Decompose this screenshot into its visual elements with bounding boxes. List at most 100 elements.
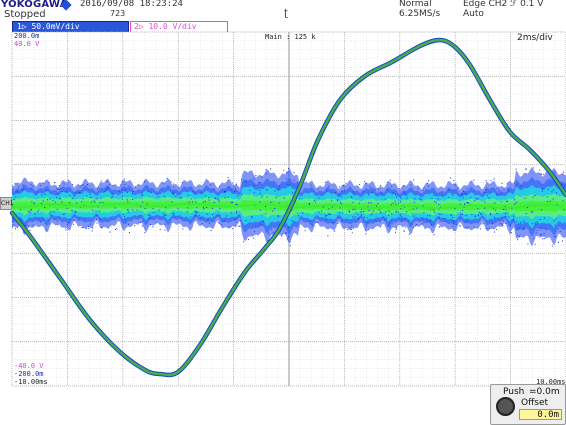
- noise-speckle: [266, 189, 268, 191]
- noise-speckle: [288, 168, 290, 170]
- noise-speckle: [62, 213, 64, 215]
- noise-speckle: [99, 218, 101, 219]
- noise-speckle: [283, 197, 285, 199]
- noise-speckle: [315, 221, 317, 223]
- noise-speckle: [46, 199, 48, 201]
- noise-speckle: [411, 213, 413, 215]
- noise-speckle: [14, 183, 16, 185]
- noise-speckle: [266, 196, 268, 198]
- noise-speckle: [176, 194, 178, 196]
- noise-speckle: [536, 221, 538, 223]
- noise-speckle: [452, 223, 454, 225]
- noise-speckle: [100, 180, 102, 182]
- noise-speckle: [208, 199, 210, 201]
- noise-speckle: [190, 198, 192, 200]
- noise-speckle: [464, 203, 466, 205]
- noise-speckle: [144, 181, 145, 183]
- noise-speckle: [38, 209, 40, 211]
- noise-speckle: [124, 189, 126, 191]
- noise-speckle: [96, 198, 98, 200]
- noise-speckle: [484, 191, 486, 193]
- noise-speckle: [107, 227, 109, 229]
- ch1-top-value: 200.0m: [14, 32, 40, 40]
- noise-speckle: [453, 220, 455, 222]
- noise-speckle: [365, 233, 367, 235]
- noise-speckle: [134, 225, 136, 226]
- noise-speckle: [106, 186, 108, 188]
- noise-speckle: [232, 188, 234, 190]
- noise-speckle: [177, 207, 179, 209]
- noise-speckle: [73, 195, 75, 197]
- noise-speckle: [539, 169, 541, 171]
- noise-speckle: [527, 243, 529, 245]
- noise-speckle: [132, 199, 134, 200]
- noise-speckle: [148, 217, 150, 219]
- noise-speckle: [219, 186, 221, 187]
- noise-speckle: [275, 197, 277, 199]
- offset-knob-panel[interactable]: Push =0.0m Offset 0.0m: [490, 384, 566, 425]
- noise-speckle: [371, 192, 373, 194]
- noise-speckle: [448, 197, 450, 199]
- noise-speckle: [90, 197, 92, 198]
- noise-speckle: [225, 191, 227, 193]
- noise-speckle: [345, 183, 347, 185]
- noise-speckle: [402, 185, 404, 187]
- noise-speckle: [450, 214, 452, 216]
- noise-speckle: [374, 189, 376, 191]
- noise-speckle: [360, 211, 362, 213]
- noise-speckle: [173, 194, 175, 195]
- noise-speckle: [421, 223, 423, 225]
- noise-speckle: [125, 222, 127, 224]
- noise-speckle: [486, 227, 488, 229]
- noise-speckle: [525, 212, 527, 214]
- noise-speckle: [429, 215, 431, 217]
- noise-speckle: [423, 212, 425, 214]
- noise-speckle: [41, 194, 43, 196]
- noise-speckle: [495, 209, 497, 211]
- noise-speckle: [179, 196, 181, 198]
- noise-speckle: [136, 209, 138, 211]
- noise-speckle: [378, 188, 380, 190]
- noise-speckle: [96, 215, 98, 217]
- noise-speckle: [370, 202, 372, 204]
- noise-speckle: [511, 232, 513, 234]
- noise-speckle: [327, 235, 329, 237]
- noise-speckle: [239, 225, 241, 227]
- noise-speckle: [509, 232, 511, 234]
- knob-dial-icon[interactable]: [496, 397, 515, 416]
- noise-speckle: [49, 223, 51, 225]
- noise-speckle: [72, 197, 74, 199]
- noise-speckle: [335, 192, 337, 194]
- noise-speckle: [377, 203, 379, 204]
- noise-speckle: [478, 212, 480, 213]
- noise-speckle: [328, 185, 330, 187]
- timebase-label: 2ms/div: [517, 33, 553, 43]
- noise-speckle: [170, 181, 172, 183]
- noise-speckle: [340, 203, 342, 205]
- noise-speckle: [192, 190, 194, 192]
- noise-speckle: [532, 167, 534, 169]
- noise-speckle: [502, 225, 504, 227]
- ch1-position-marker[interactable]: CH1: [0, 197, 14, 210]
- noise-speckle: [515, 202, 517, 204]
- noise-speckle: [331, 206, 333, 208]
- noise-speckle: [500, 193, 502, 195]
- noise-speckle: [350, 228, 352, 230]
- noise-speckle: [414, 198, 416, 200]
- noise-speckle: [151, 191, 152, 193]
- noise-speckle: [348, 211, 350, 213]
- noise-speckle: [461, 210, 463, 211]
- noise-speckle: [218, 199, 220, 201]
- noise-speckle: [391, 213, 393, 215]
- noise-speckle: [462, 190, 464, 192]
- noise-speckle: [459, 225, 461, 227]
- noise-speckle: [314, 201, 316, 203]
- offset-value[interactable]: 0.0m: [519, 409, 562, 420]
- noise-speckle: [503, 189, 505, 191]
- noise-speckle: [230, 212, 232, 214]
- noise-speckle: [338, 193, 340, 195]
- noise-speckle: [121, 192, 123, 194]
- noise-speckle: [97, 187, 99, 189]
- noise-speckle: [352, 201, 354, 203]
- noise-speckle: [465, 226, 467, 228]
